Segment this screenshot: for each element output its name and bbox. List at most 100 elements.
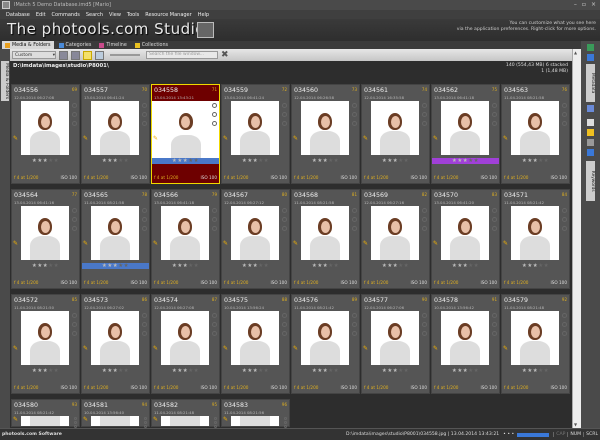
pencil-icon[interactable]: ✎ [223,135,228,142]
pencil-icon[interactable]: ✎ [223,345,228,352]
pencil-icon[interactable]: ✎ [503,345,508,352]
star-icon[interactable]: ★ [404,368,409,374]
pencil-icon[interactable]: ✎ [153,135,158,142]
thumbnail-image[interactable] [21,311,69,365]
search-input[interactable]: Search the file window... [146,51,218,59]
pencil-icon[interactable]: ✎ [13,240,18,247]
thumbnail-image[interactable] [231,206,279,260]
list-view-button[interactable] [95,50,104,60]
tab-timeline[interactable]: Timeline [96,41,129,49]
thumbnail-cell[interactable]: 034559 72 13.04.2014 06:41:24 ✎ ★★★★★ f … [221,84,290,184]
thumbnail-image[interactable] [371,311,419,365]
thumbnail-cell[interactable]: 034572 85 11.04.2014 08:21:50 ✎ ★★★★★ f … [11,294,80,394]
close-button[interactable]: × [591,1,596,8]
star-icon[interactable]: ★ [124,368,129,374]
pencil-icon[interactable]: ✎ [223,240,228,247]
star-icon[interactable]: ★ [544,263,549,269]
clear-filter-icon[interactable]: ✖ [221,50,229,60]
group-button[interactable] [71,50,80,60]
thumbnail-cell[interactable]: 034582 95 11.04.2014 08:21:48 ✎ [151,399,220,428]
pencil-icon[interactable]: ✎ [433,345,438,352]
thumbnail-image[interactable] [161,311,209,365]
pencil-icon[interactable]: ✎ [153,345,158,352]
star-icon[interactable]: ★ [264,158,269,164]
thumbnail-image[interactable] [441,101,489,155]
thumbnail-cell[interactable]: 034574 87 12.04.2014 06:27:08 ✎ ★★★★★ f … [151,294,220,394]
star-icon[interactable]: ★ [124,158,129,164]
star-icon[interactable]: ★ [54,368,59,374]
pencil-icon[interactable]: ✎ [503,135,508,142]
pencil-icon[interactable]: ✎ [83,240,88,247]
thumbnail-size-slider[interactable] [110,54,140,56]
pencil-icon[interactable]: ✎ [13,135,18,142]
maximize-button[interactable]: ▫ [582,1,586,8]
menu-search[interactable]: Search [86,12,103,18]
thumbnail-image[interactable] [441,311,489,365]
thumbnail-image[interactable] [371,206,419,260]
tab-keywords[interactable]: Keywords [586,161,595,201]
thumbnail-cell[interactable]: 034566 79 13.04.2014 06:41:18 ✎ ★★★★★ f … [151,189,220,289]
tab-collections[interactable]: Collections [132,41,171,49]
thumbnail-image[interactable] [301,101,349,155]
thumbnail-cell[interactable]: 034569 82 12.04.2014 06:27:16 ✎ ★★★★★ f … [361,189,430,289]
pencil-icon[interactable]: ✎ [153,240,158,247]
thumbnail-image[interactable] [91,311,139,365]
left-tab-media-folders[interactable]: Media & Folders [1,61,9,101]
menu-database[interactable]: Database [6,12,30,18]
thumbnail-cell[interactable]: 034580 93 11.04.2014 08:21:42 ✎ [11,399,80,428]
pencil-icon[interactable]: ✎ [13,416,18,423]
star-icon[interactable]: ★ [334,158,339,164]
thumbnail-cell[interactable]: 034562 75 13.04.2014 06:41:18 ✎ ★★★★★ f … [431,84,500,184]
thumbnail-cell[interactable]: 034557 70 13.04.2014 06:41:24 ✎ ★★★★★ f … [81,84,150,184]
pencil-icon[interactable]: ✎ [363,345,368,352]
thumbnail-image[interactable] [441,206,489,260]
thumbnail-image[interactable] [91,206,139,260]
menu-edit[interactable]: Edit [36,12,46,18]
menu-commands[interactable]: Commands [52,12,80,18]
star-icon[interactable]: ★ [334,368,339,374]
thumbnail-image[interactable] [511,206,559,260]
pencil-icon[interactable]: ✎ [433,240,438,247]
thumbnail-cell[interactable]: 034561 74 12.04.2014 16:35:58 ✎ ★★★★★ f … [361,84,430,184]
star-icon[interactable]: ★ [264,368,269,374]
thumbnail-cell[interactable]: 034578 91 10.04.2014 13:56:42 ✎ ★★★★★ f … [431,294,500,394]
pencil-icon[interactable]: ✎ [503,240,508,247]
star-icon[interactable] [587,129,594,136]
thumbnail-cell[interactable]: 034570 83 13.04.2014 06:41:20 ✎ ★★★★★ f … [431,189,500,289]
star-icon[interactable]: ★ [194,263,199,269]
thumbnail-image[interactable] [91,416,139,426]
thumbnail-cell[interactable]: 034576 89 11.04.2014 08:21:42 ✎ ★★★★★ f … [291,294,360,394]
thumbnail-view-button[interactable] [83,50,92,60]
tab-categories[interactable]: Categories [56,41,95,49]
thumbnail-cell[interactable]: 034564 77 13.04.2014 06:41:16 ✎ ★★★★★ f … [11,189,80,289]
star-icon[interactable]: ★ [544,158,549,164]
thumbnail-image[interactable] [161,416,209,426]
tools-icon[interactable] [587,139,594,146]
star-icon[interactable]: ★ [54,158,59,164]
thumbnail-cell[interactable]: 034579 92 11.04.2014 08:21:48 ✎ ★★★★★ f … [501,294,570,394]
pencil-icon[interactable]: ✎ [363,240,368,247]
pencil-icon[interactable]: ✎ [13,345,18,352]
pencil-icon[interactable]: ✎ [223,416,228,423]
thumbnail-cell[interactable]: 034581 94 10.04.2014 13:56:40 ✎ [81,399,150,428]
menu-view[interactable]: View [109,12,121,18]
thumbnail-image[interactable] [371,101,419,155]
star-icon[interactable]: ★ [124,263,129,269]
menu-help[interactable]: Help [198,12,209,18]
pencil-icon[interactable]: ✎ [83,416,88,423]
thumbnail-cell[interactable]: 034560 73 12.04.2014 06:26:58 ✎ ★★★★★ f … [291,84,360,184]
star-icon[interactable]: ★ [404,263,409,269]
thumbnail-image[interactable] [21,101,69,155]
thumbnail-cell[interactable]: 034568 81 11.04.2014 08:21:58 ✎ ★★★★★ f … [291,189,360,289]
thumbnail-image[interactable] [301,311,349,365]
vertical-scrollbar[interactable]: ▲ ▼ [572,49,581,428]
tab-metadata[interactable]: Metadata [586,64,595,102]
pencil-icon[interactable]: ✎ [433,135,438,142]
pencil-icon[interactable]: ✎ [363,135,368,142]
star-icon[interactable]: ★ [404,158,409,164]
thumbnail-image[interactable] [301,206,349,260]
notes-icon[interactable] [587,119,594,126]
pen-icon[interactable] [587,105,594,112]
info-icon[interactable] [587,54,594,61]
thumbnail-cell[interactable]: 034571 84 11.04.2014 08:21:42 ✎ ★★★★★ f … [501,189,570,289]
